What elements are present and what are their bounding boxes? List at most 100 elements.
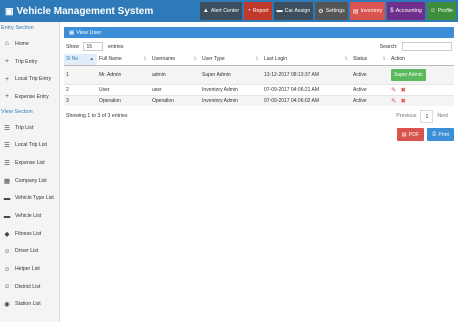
inventory-label: Inventory [360, 8, 383, 14]
sidebar-item-label: Vehicle Type List [15, 195, 54, 202]
edit-icon[interactable]: ✎ [391, 98, 396, 105]
report-label: Report [252, 8, 269, 14]
sidebar-item-label: Local Trip List [15, 142, 48, 149]
column-header-label: Username [152, 56, 176, 63]
sidebar-item-label: Trip Entry [15, 58, 38, 65]
column-header-label: Status [353, 56, 368, 63]
pdf-button[interactable]: ▤ PDF [396, 128, 425, 141]
delete-icon[interactable]: ✖ [400, 98, 405, 105]
sort-icon: ⇅ [255, 56, 259, 61]
cell-type: Inventory Admin [200, 94, 262, 106]
cell-username: Operation [150, 94, 200, 106]
car-icon: ▬ [276, 8, 283, 14]
show-label: Show [66, 43, 79, 50]
plus-icon: + [5, 93, 9, 101]
cell-action: Super Admin [389, 64, 454, 84]
sort-icon: ⇅ [143, 56, 147, 61]
pdf-icon: ▤ [401, 131, 407, 138]
car-icon: ▬ [3, 194, 11, 202]
settings-button[interactable]: ⚙ Settings [315, 2, 348, 20]
cell-name: User [97, 83, 150, 95]
column-header-label: Sl No [66, 56, 79, 63]
car-icon: ▣ [5, 5, 14, 16]
cell-action: ✎ ✖ [389, 94, 454, 106]
sidebar-item-trip-list[interactable]: ☰ Trip List [0, 119, 59, 137]
report-button[interactable]: ◔ Report [244, 2, 272, 20]
bell-icon: ▲ [202, 8, 209, 14]
column-header-username[interactable]: Username ⇅ [150, 54, 200, 66]
page-1-button[interactable]: 1 [420, 109, 434, 123]
sidebar-item-vehicle-type-list[interactable]: ▬ Vehicle Type List [0, 190, 59, 208]
location-icon: ◉ [4, 301, 10, 309]
column-header-full-name[interactable]: Full Name ⇅ [97, 54, 150, 66]
profile-button[interactable]: ☺ Profile [426, 2, 456, 20]
sidebar-item-label: Company List [15, 177, 47, 184]
view-section-heading: View Section [1, 108, 33, 115]
list-icon: ☰ [4, 142, 10, 150]
delete-icon[interactable]: ✖ [400, 87, 405, 94]
cell-login: 13-12-2017 08:13:37 AM [262, 64, 351, 84]
export-buttons: ▤ PDF ⎙ Print [64, 128, 454, 141]
entries-select[interactable]: 15 [83, 41, 104, 51]
sidebar-item-label: Trip List [15, 124, 34, 131]
app-title: Vehicle Management System [16, 5, 154, 17]
search-input[interactable] [402, 41, 452, 51]
cell-username: admin [150, 64, 200, 84]
sidebar-item-company-list[interactable]: ▦ Company List [0, 172, 59, 190]
column-header-label: Full Name [99, 56, 122, 63]
cell-action: ✎ ✖ [389, 83, 454, 95]
column-header-status[interactable]: Status ⇅ [351, 54, 389, 66]
tag-icon: ◆ [4, 230, 10, 238]
sidebar-item-driver-list[interactable]: ☺ Driver List [0, 243, 59, 261]
sidebar-item-vehicle-list[interactable]: ▬ Vehicle List [0, 207, 59, 225]
sidebar-item-label: Expense List [15, 159, 45, 166]
table-controls: Show 15 entries Search: [64, 38, 454, 54]
column-header-user-type[interactable]: User Type ⇅ [200, 54, 262, 66]
sidebar-item-district-list[interactable]: ☺ District List [0, 278, 59, 296]
sidebar-item-label: Fitness List [15, 230, 42, 237]
column-header-label: Action [391, 56, 405, 63]
column-header-last-login[interactable]: Last Login ⇅ [262, 54, 351, 66]
inventory-button[interactable]: ▤ Inventory [349, 2, 386, 20]
sidebar-item-trip-entry[interactable]: + Trip Entry [0, 53, 59, 71]
sidebar-item-helper-list[interactable]: ☺ Helper List [0, 260, 59, 278]
column-header-action[interactable]: Action [389, 54, 454, 66]
sidebar-item-local-trip-list[interactable]: ☰ Local Trip List [0, 136, 59, 154]
app-brand[interactable]: ▣ Vehicle Management System [0, 6, 200, 17]
print-button[interactable]: ⎙ Print [427, 128, 454, 141]
building-icon: ▦ [3, 177, 11, 185]
car-assign-label: Car Assign [284, 8, 311, 14]
cell-sl: 1 [64, 64, 97, 84]
car-assign-button[interactable]: ▬ Car Assign [273, 2, 314, 20]
sidebar-item-fitness-list[interactable]: ◆ Fitness List [0, 225, 59, 243]
panel-title: View User [76, 29, 102, 36]
sidebar-item-home[interactable]: ⌂ Home [0, 35, 59, 53]
edit-icon[interactable]: ✎ [391, 87, 396, 94]
home-icon: ⌂ [5, 40, 9, 48]
sidebar-item-local-trip-entry[interactable]: + Local Trip Entry [0, 70, 59, 88]
sort-icon: ⇅ [193, 56, 197, 61]
list-icon: ☰ [4, 159, 10, 167]
column-header-label: User Type [202, 56, 225, 63]
super-admin-badge[interactable]: Super Admin [391, 68, 426, 81]
cell-username: user [150, 83, 200, 95]
cell-status: Active [351, 83, 389, 95]
sidebar-item-label: Helper List [15, 266, 40, 273]
next-page-button[interactable]: Next [433, 110, 452, 123]
column-header-label: Last Login [264, 56, 288, 63]
sidebar-item-label: Vehicle List [15, 213, 42, 220]
sidebar-item-expense-entry[interactable]: + Expense Entry [0, 88, 59, 106]
column-header-sl-no[interactable]: Sl No ▲ [64, 54, 97, 66]
cell-sl: 3 [64, 94, 97, 106]
accounting-button[interactable]: $ Accounting [387, 2, 425, 20]
search-label: Search: [379, 43, 398, 50]
list-icon: ☰ [4, 124, 10, 132]
sidebar-item-station-list[interactable]: ◉ Station List [0, 296, 59, 314]
previous-page-button[interactable]: Previous [392, 110, 420, 123]
cell-type: Inventory Admin [200, 83, 262, 95]
profile-label: Profile [437, 8, 453, 14]
alert-center-button[interactable]: ▲ Alert Center [199, 2, 243, 20]
table-row: 2 User user Inventory Admin 07-09-2017 04:06… [64, 83, 454, 95]
sidebar-item-expense-list[interactable]: ☰ Expense List [0, 154, 59, 172]
entry-section-heading: Entry Section [1, 25, 34, 31]
